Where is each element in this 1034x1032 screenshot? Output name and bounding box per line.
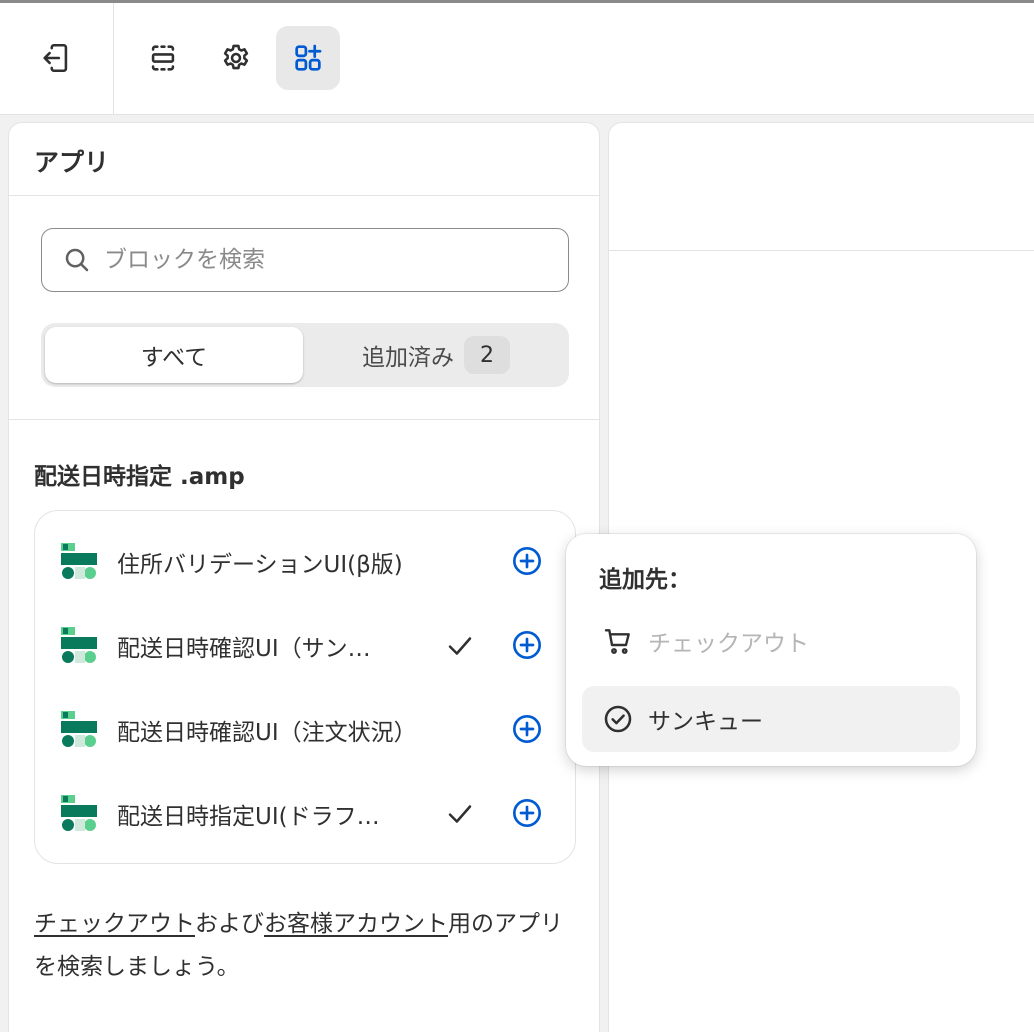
add-circle-icon[interactable] <box>511 545 543 577</box>
gear-icon <box>223 44 249 70</box>
list-item: 配送日時確認UI（サン… <box>35 603 575 687</box>
divider <box>9 419 599 420</box>
section-title: 配送日時指定 .amp <box>34 464 245 490</box>
top-toolbar <box>0 0 1034 115</box>
option-thank-you[interactable]: サンキュー <box>582 686 960 752</box>
option-label: チェックアウト <box>648 631 809 657</box>
option-checkout: チェックアウト <box>582 608 960 674</box>
search-field[interactable] <box>41 228 569 292</box>
footer-text-and: および <box>195 911 264 937</box>
layout-button[interactable] <box>131 26 195 90</box>
tab-all[interactable]: すべて <box>45 327 303 383</box>
list-item: 住所バリデーションUI(β版) <box>35 519 575 603</box>
app-logo-icon <box>61 795 97 831</box>
checkmark-icon <box>448 637 472 655</box>
search-input[interactable] <box>104 247 544 273</box>
check-circle-icon <box>604 705 632 733</box>
app-logo-icon <box>61 711 97 747</box>
cart-icon <box>604 629 630 654</box>
popover-title: 追加先： <box>599 567 691 593</box>
app-block-list: 住所バリデーションUI(β版) 配送日時確認UI（サン… 配送日時確認UI（注文… <box>34 510 576 864</box>
add-circle-icon[interactable] <box>511 629 543 661</box>
app-block-name: 配送日時確認UI（注文状況） <box>117 720 417 746</box>
divider <box>9 195 599 196</box>
add-target-popover: 追加先： チェックアウト サンキュー <box>566 534 976 766</box>
app-block-name: 配送日時確認UI（サン… <box>117 636 371 662</box>
app-logo-icon <box>61 543 97 579</box>
search-icon <box>65 248 89 272</box>
checkmark-icon <box>448 805 472 823</box>
option-label: サンキュー <box>648 709 763 735</box>
exit-icon <box>43 43 68 73</box>
list-item: 配送日時指定UI(ドラフ… <box>35 771 575 855</box>
settings-button[interactable] <box>204 26 268 90</box>
exit-button[interactable] <box>24 26 88 90</box>
apps-add-icon <box>295 44 322 71</box>
tab-added-label: 追加済み <box>362 345 454 371</box>
app-block-name: 配送日時指定UI(ドラフ… <box>117 804 380 830</box>
tab-group: すべて 追加済み 2 <box>41 323 569 387</box>
layout-icon <box>151 45 175 71</box>
add-circle-icon[interactable] <box>511 797 543 829</box>
checkout-link[interactable]: チェックアウト <box>34 911 195 937</box>
panel-title: アプリ <box>34 148 110 177</box>
apps-panel: アプリ すべて 追加済み 2 配送日時指定 .amp 住所バリデーションUI(β… <box>8 122 600 1032</box>
apps-button[interactable] <box>276 26 340 90</box>
app-block-name: 住所バリデーションUI(β版) <box>117 552 403 578</box>
list-item: 配送日時確認UI（注文状況） <box>35 687 575 771</box>
footer-help-text: チェックアウトおよびお客様アカウント用のアプリを検索しましょう。 <box>34 903 574 989</box>
count-badge: 2 <box>464 336 510 374</box>
app-logo-icon <box>61 627 97 663</box>
toolbar-divider <box>113 3 114 115</box>
tab-added[interactable]: 追加済み 2 <box>307 327 565 383</box>
divider <box>609 250 1034 251</box>
customer-account-link[interactable]: お客様アカウント <box>264 911 448 937</box>
add-circle-icon[interactable] <box>511 713 543 745</box>
